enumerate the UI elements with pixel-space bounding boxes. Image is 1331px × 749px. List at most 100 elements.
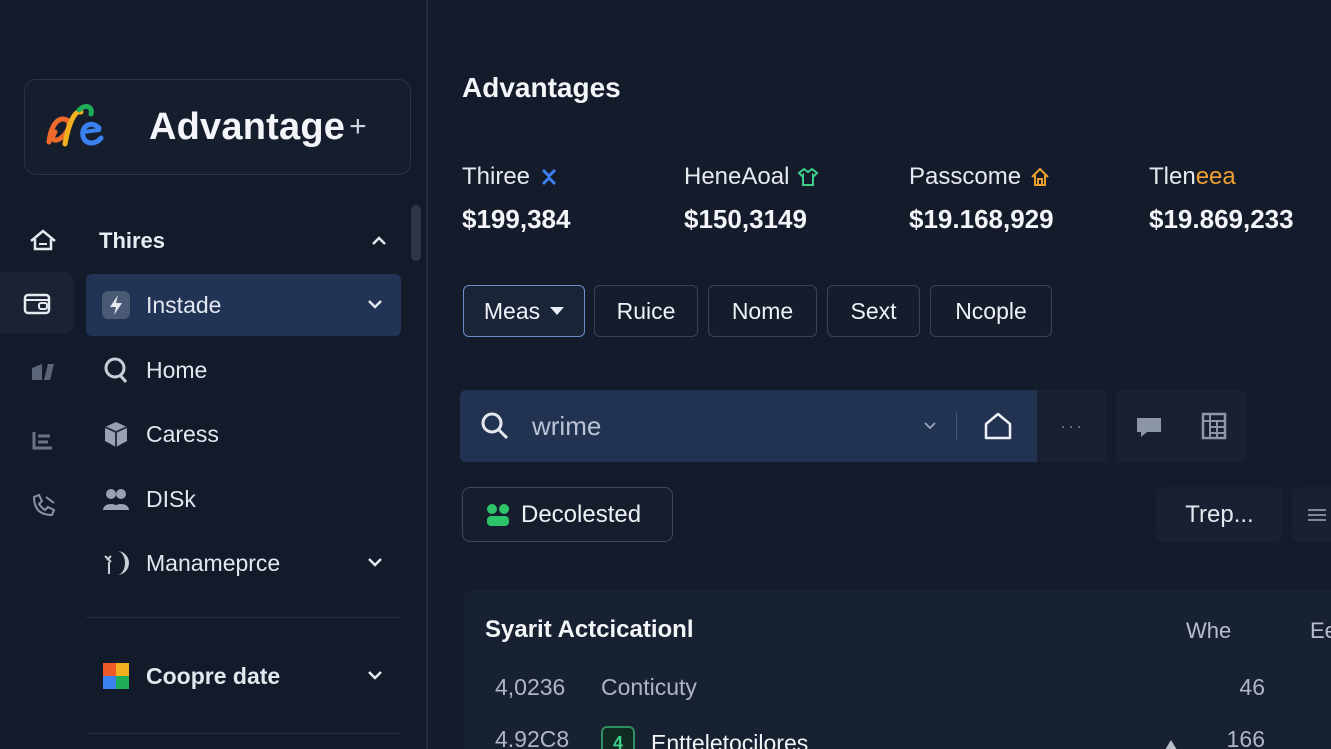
wallet-icon (23, 293, 51, 315)
filter-chip-label: Sext (850, 297, 897, 324)
trep-button-label: Trep... (1185, 500, 1254, 528)
rail-phone[interactable] (12, 475, 74, 537)
row-name-cell: 4 Entteletocilores (601, 726, 808, 749)
rail-list[interactable] (12, 408, 74, 470)
sidebar-item-label: Manameprce (146, 549, 281, 576)
stat-value: $19.869,233 (1149, 204, 1294, 234)
row-name: Entteletocilores (651, 729, 809, 749)
filter-chip-sext[interactable]: Sext (827, 285, 920, 337)
stat-value: $150,3149 (684, 204, 807, 234)
status-button[interactable]: Decolested (462, 487, 673, 542)
stat-label-text: Passcome (909, 163, 1022, 190)
sidebar-item-home[interactable]: Home (86, 339, 401, 401)
table-row[interactable]: 4.92C8 4 Entteletocilores 166 (495, 726, 1331, 749)
page-title: Advantages (462, 72, 621, 103)
search-person-icon (100, 354, 132, 386)
table-row[interactable]: 4,0236 Conticuty 46 (495, 674, 1331, 714)
stat-label: Thiree (462, 160, 570, 194)
search-input[interactable] (532, 410, 892, 442)
caret-down-icon (550, 307, 565, 315)
rail-wallet[interactable] (0, 272, 74, 334)
chat-icon[interactable] (1133, 410, 1165, 442)
app-badge-icon: 4 (601, 726, 635, 749)
leaf-moon-icon (100, 547, 132, 579)
main-content: Advantages Thiree $199,384 HeneAoal $150… (430, 0, 1331, 749)
column-header: Whe (1186, 618, 1232, 643)
stat-label-text: Thiree (462, 163, 531, 190)
stat-label: Passcome (909, 160, 1054, 194)
stat-value: $19.168,929 (909, 204, 1054, 234)
status-dots-icon (487, 503, 509, 526)
divider (956, 412, 957, 440)
sidebar-item-label: Home (146, 356, 208, 383)
filter-chip-meas[interactable]: Meas (463, 285, 585, 337)
search-icon (481, 412, 509, 440)
row-id: 4.92C8 (495, 726, 570, 749)
users-icon (100, 483, 132, 515)
sparkle-icon (538, 166, 560, 188)
row-value: 166 (1226, 726, 1265, 749)
brand-logo-icon (46, 104, 104, 147)
sidebar-item-disk[interactable]: DISk (86, 468, 401, 530)
table-title: Syarit Actcicationl (485, 616, 694, 643)
filter-chip-label: Ruice (616, 297, 676, 324)
chevron-up-icon (372, 236, 386, 245)
filter-chip-label: Ncople (955, 297, 1027, 324)
stat-label-text: HeneAoal (684, 163, 790, 190)
more-dots: ··· (1060, 415, 1084, 436)
nav-section-thires[interactable]: Thires (99, 211, 389, 271)
shirt-icon (797, 166, 819, 188)
house-icon (1029, 166, 1051, 188)
filter-chip-nome[interactable]: Nome (708, 285, 817, 337)
stat-label: HeneAoal (684, 160, 819, 194)
home-icon (30, 229, 56, 251)
filter-chip-label: Meas (483, 297, 541, 324)
bolt-icon (100, 289, 132, 321)
stat-label: Tlen eea (1149, 160, 1294, 194)
sidebar-scrollbar[interactable] (411, 205, 421, 261)
sidebar-item-label: Instade (146, 291, 222, 318)
column-header: Ee (1310, 618, 1331, 643)
chevron-down-icon (368, 558, 382, 567)
status-button-label: Decolested (521, 500, 642, 528)
chart-icon (32, 364, 54, 380)
sidebar-item-instade[interactable]: Instade (86, 274, 401, 336)
stat-label-accent: eea (1195, 163, 1236, 190)
row-name: Conticuty (601, 674, 697, 700)
sidebar-item-label: Coopre date (146, 662, 281, 689)
rail-chart[interactable] (12, 340, 74, 402)
sidebar-item-coopre-date[interactable]: Coopre date (86, 645, 401, 707)
chevron-down-icon (368, 671, 382, 680)
extra-action-button[interactable] (1292, 487, 1331, 542)
home-outline-icon[interactable] (980, 408, 1016, 444)
stat-card: Passcome $19.168,929 (909, 160, 1054, 235)
brand-card[interactable]: Advantage + (24, 79, 411, 175)
calendar-grid-icon (100, 660, 132, 692)
sidebar-item-manameprce[interactable]: Manameprce (86, 532, 401, 594)
brand-name: Advantage (149, 105, 346, 148)
sidebar-item-caress[interactable]: Caress (86, 403, 401, 465)
stat-card: Thiree $199,384 (462, 160, 570, 235)
more-options-button[interactable]: ··· (1037, 390, 1107, 462)
trep-button[interactable]: Trep... (1156, 487, 1283, 542)
search-bar (460, 390, 1037, 462)
nav-section-label: Thires (99, 228, 166, 253)
nav-divider (86, 617, 401, 618)
toolbar-actions (1116, 390, 1246, 462)
stat-label-text: Tlen (1149, 163, 1196, 190)
sidebar-item-label: DISk (146, 485, 196, 512)
sidebar: Advantage + Thires Instade Home Caress D… (0, 0, 428, 749)
filter-chip-ncople[interactable]: Ncople (930, 285, 1052, 337)
row-value: 46 (1239, 674, 1265, 700)
row-id: 4,0236 (495, 674, 566, 700)
nav-divider (86, 733, 401, 734)
box-icon (100, 418, 132, 450)
filter-chip-ruice[interactable]: Ruice (594, 285, 698, 337)
rail-home[interactable] (12, 209, 74, 271)
filter-chip-label: Nome (731, 297, 794, 324)
chevron-down-icon[interactable] (922, 417, 938, 433)
grid-icon[interactable] (1198, 410, 1230, 442)
stat-card: Tlen eea $19.869,233 (1149, 160, 1294, 235)
list-icon (32, 432, 52, 450)
stat-card: HeneAoal $150,3149 (684, 160, 819, 235)
